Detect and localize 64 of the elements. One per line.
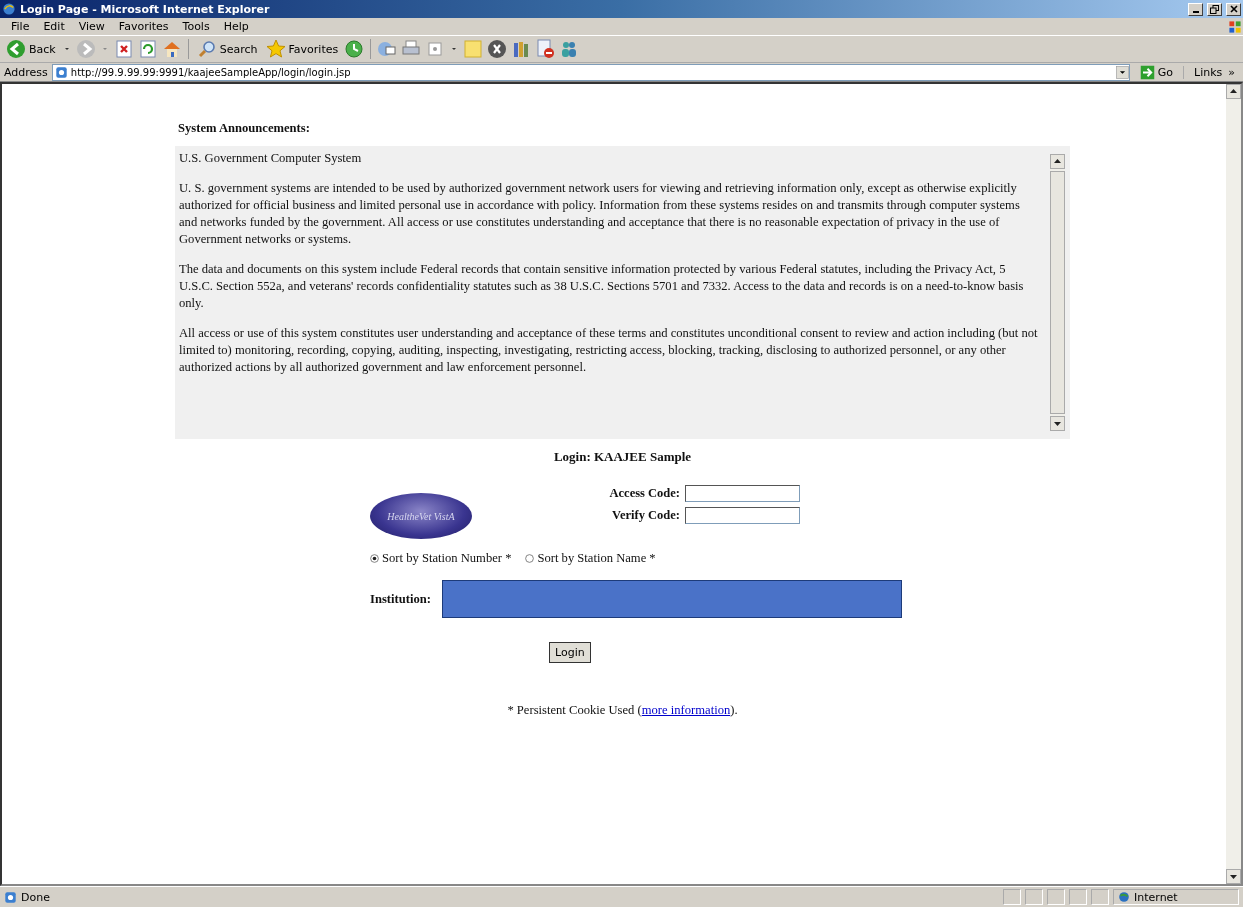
page-icon	[4, 890, 17, 904]
scroll-thumb[interactable]	[1050, 171, 1065, 414]
history-icon[interactable]	[344, 39, 365, 59]
announcements-heading: System Announcements:	[178, 120, 311, 137]
status-text: Done	[21, 890, 50, 904]
announcement-paragraph: All access or use of this system constitutes user understanding and acceptance of these terms and constitutes unconditional consent to review and action including (but not limited to) monitoring, recording, copying, auditing, inspecting, investigating, restricting access, blocking, tracking, disclosing to authorized personnel, or any other authorized actions by all authorized government and law enforcement personnel.	[179, 325, 1039, 376]
scroll-down-icon[interactable]	[1226, 869, 1241, 884]
browser-icon	[2, 2, 16, 16]
refresh-icon[interactable]	[137, 39, 158, 59]
menu-item[interactable]: Tools	[175, 20, 217, 33]
chevron-icon[interactable]: »	[1228, 65, 1235, 79]
scroll-down-icon[interactable]	[1050, 416, 1065, 431]
restore-button[interactable]	[1207, 2, 1222, 16]
window-title: Login Page - Microsoft Internet Explorer	[20, 2, 270, 16]
zone-text: Internet	[1134, 890, 1178, 904]
status-pane	[1047, 889, 1065, 905]
cookie-note: * Persistent Cookie Used (more information).	[507, 703, 738, 717]
login-heading: Login: KAAJEE Sample	[552, 449, 693, 465]
restore-icon	[1210, 4, 1219, 14]
stop-icon[interactable]	[113, 39, 134, 59]
radio-label[interactable]: Sort by Station Name *	[537, 551, 656, 566]
status-pane	[1003, 889, 1021, 905]
radio-button[interactable]	[370, 554, 379, 563]
announcement-paragraph: U. S. government systems are intended to be used by authorized government network users for viewing and retrieving information only, except as otherwise explicitly authorized for official business and limited personal use in accordance with policy. Information from these systems resides on and transmits through computer systems and networks funded by the government. All access or use constitutes understanding and acceptance that there is no reasonable expectation of privacy in the use of Government networks or systems.	[179, 180, 1021, 248]
field-label: Verify Code:	[611, 508, 681, 523]
close-icon	[1229, 5, 1238, 13]
menu-item[interactable]: View	[71, 20, 112, 33]
status-pane	[1091, 889, 1109, 905]
search-button[interactable]: Search	[194, 38, 260, 60]
address-field[interactable]: http://99.9.99.99:9991/kaajeeSampleApp/login/login.jsp	[51, 63, 1130, 81]
logo: HealtheVet VistA	[370, 493, 472, 539]
announcement-paragraph: The data and documents on this system include Federal records that contain sensitive information protected by various Federal statutes, including the Privacy Act, 5 U.S.C. Section 552a, and veterans' records confidentiality statutes such as 38 U.S.C. Sections 5701 and 7332. Access to the data and records is on a need-to-know basis only.	[179, 261, 1025, 312]
links-button[interactable]: Links	[1194, 65, 1223, 79]
menu-item[interactable]: Favorites	[111, 20, 176, 33]
menu-item[interactable]: Edit	[36, 20, 72, 33]
address-label: Address	[4, 65, 48, 79]
favorites-button[interactable]: Favorites	[263, 38, 341, 60]
menu-item[interactable]: File	[4, 20, 37, 33]
close-circle-icon[interactable]	[487, 39, 508, 59]
scroll-up-icon[interactable]	[1226, 84, 1241, 99]
close-button[interactable]	[1226, 2, 1241, 16]
login-button[interactable]: Login	[549, 642, 591, 663]
institution-label: Institution:	[370, 591, 432, 607]
radio-button[interactable]	[525, 554, 535, 563]
code-field[interactable]	[685, 485, 800, 502]
search-icon	[196, 39, 217, 59]
globe-icon	[1118, 891, 1130, 903]
windows-flag-icon	[1227, 18, 1243, 35]
announcement-paragraph: U.S. Government Computer System	[179, 150, 363, 167]
page-icon	[54, 65, 68, 79]
status-pane	[1025, 889, 1043, 905]
go-button[interactable]: Go	[1133, 64, 1179, 80]
go-arrow-icon	[1139, 64, 1155, 80]
back-button[interactable]: Back	[4, 38, 58, 60]
menu-item[interactable]: Help	[216, 20, 256, 33]
code-field[interactable]	[685, 507, 800, 524]
star-icon	[265, 39, 286, 59]
more-information-link[interactable]: more information	[641, 703, 731, 717]
scroll-up-icon[interactable]	[1050, 154, 1065, 169]
status-pane	[1069, 889, 1087, 905]
minimize-button[interactable]	[1188, 2, 1203, 16]
field-label: Access Code:	[608, 486, 681, 501]
radio-label[interactable]: Sort by Station Number *	[382, 551, 512, 566]
blocked-page-icon[interactable]	[535, 39, 556, 59]
